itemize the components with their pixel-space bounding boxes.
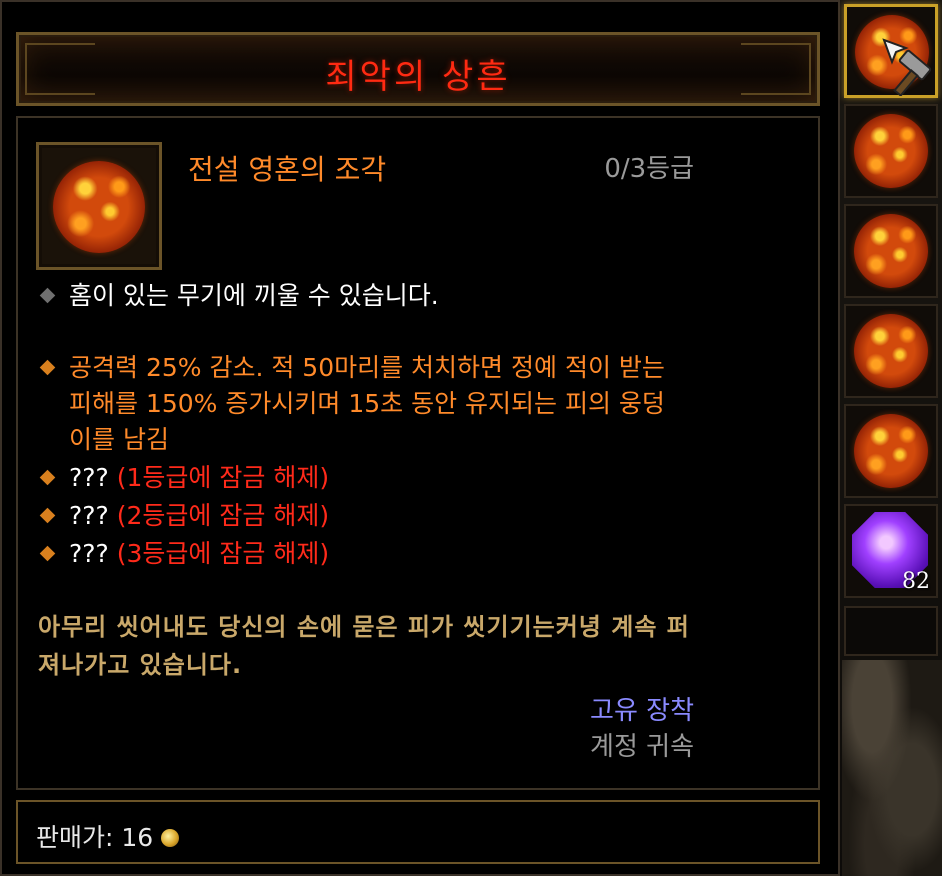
stone-background (842, 660, 942, 876)
inventory-slot-5[interactable] (844, 404, 938, 498)
blood-shard-orb-icon (854, 214, 928, 288)
flavor-text: 아무리 씻어내도 당신의 손에 묻은 피가 씻기기는커녕 계속 퍼 져나가고 있… (38, 608, 808, 684)
locked-effect-1: ??? (1등급에 잠금 해제) (38, 460, 329, 496)
item-rank: 0/3등급 (604, 154, 694, 184)
locked-effect-3: ??? (3등급에 잠금 해제) (38, 536, 329, 572)
hammer-cursor-icon (882, 38, 932, 96)
flavor-text-line-2: 져나가고 있습니다. (38, 651, 243, 679)
effect-text-2: 피해를 150% 증가시키며 15초 동안 유지되는 피의 웅덩 (69, 389, 665, 418)
locked-effect-unknown: ??? (69, 501, 109, 530)
effect-line: 공격력 25% 감소. 적 50마리를 처치하면 정예 적이 받는 (38, 350, 665, 386)
sell-price: 판매가: 16 (36, 818, 180, 854)
inventory-slot-2[interactable] (844, 104, 938, 198)
orange-diamond-bullet-icon (39, 359, 56, 375)
blood-shard-orb-icon (53, 161, 145, 253)
orange-diamond-bullet-icon (39, 545, 56, 561)
orange-diamond-bullet-icon (39, 469, 56, 485)
sell-price-text: 판매가: 16 (36, 823, 154, 852)
inventory-slot-gem[interactable]: 82 (844, 504, 938, 598)
item-type-label: 전설 영혼의 조각 (188, 153, 387, 186)
blood-shard-orb-icon (854, 114, 928, 188)
locked-effect-unlock-text: (1등급에 잠금 해제) (116, 463, 330, 492)
locked-effect-unknown: ??? (69, 463, 109, 492)
effect-text-1: 공격력 25% 감소. 적 50마리를 처치하면 정예 적이 받는 (69, 353, 665, 382)
gray-diamond-bullet-icon (39, 287, 56, 303)
blood-shard-orb-icon (854, 314, 928, 388)
effect-text-3: 이를 남김 (69, 425, 169, 454)
orange-diamond-bullet-icon (39, 507, 56, 523)
item-tooltip: 죄악의 상흔 전설 영혼의 조각 0/3등급 홈이 있는 무기에 끼울 수 있습… (0, 0, 840, 876)
socket-requirement-text: 홈이 있는 무기에 끼울 수 있습니다. (69, 281, 439, 310)
locked-effect-unlock-text: (2등급에 잠금 해제) (116, 501, 330, 530)
item-title: 죄악의 상흔 (325, 57, 511, 97)
gold-coin-icon (161, 828, 180, 847)
flavor-text-line-1: 아무리 씻어내도 당신의 손에 묻은 피가 씻기기는커녕 계속 퍼 (38, 613, 690, 641)
title-bar: 죄악의 상흔 (16, 32, 820, 106)
sell-price-bar: 판매가: 16 (16, 800, 820, 864)
locked-effect-2: ??? (2등급에 잠금 해제) (38, 498, 329, 534)
gem-stack-count: 82 (902, 569, 930, 594)
inventory-slot-empty[interactable] (844, 606, 938, 656)
inventory-slot-3[interactable] (844, 204, 938, 298)
item-icon-frame (36, 142, 162, 270)
inventory-slot-4[interactable] (844, 304, 938, 398)
socket-requirement-line: 홈이 있는 무기에 끼울 수 있습니다. (38, 278, 439, 314)
locked-effect-unknown: ??? (69, 539, 109, 568)
blood-shard-orb-icon (854, 414, 928, 488)
locked-effect-unlock-text: (3등급에 잠금 해제) (116, 539, 330, 568)
account-bound-label: 계정 귀속 (590, 732, 694, 762)
unique-equipped-label: 고유 장착 (590, 696, 694, 726)
